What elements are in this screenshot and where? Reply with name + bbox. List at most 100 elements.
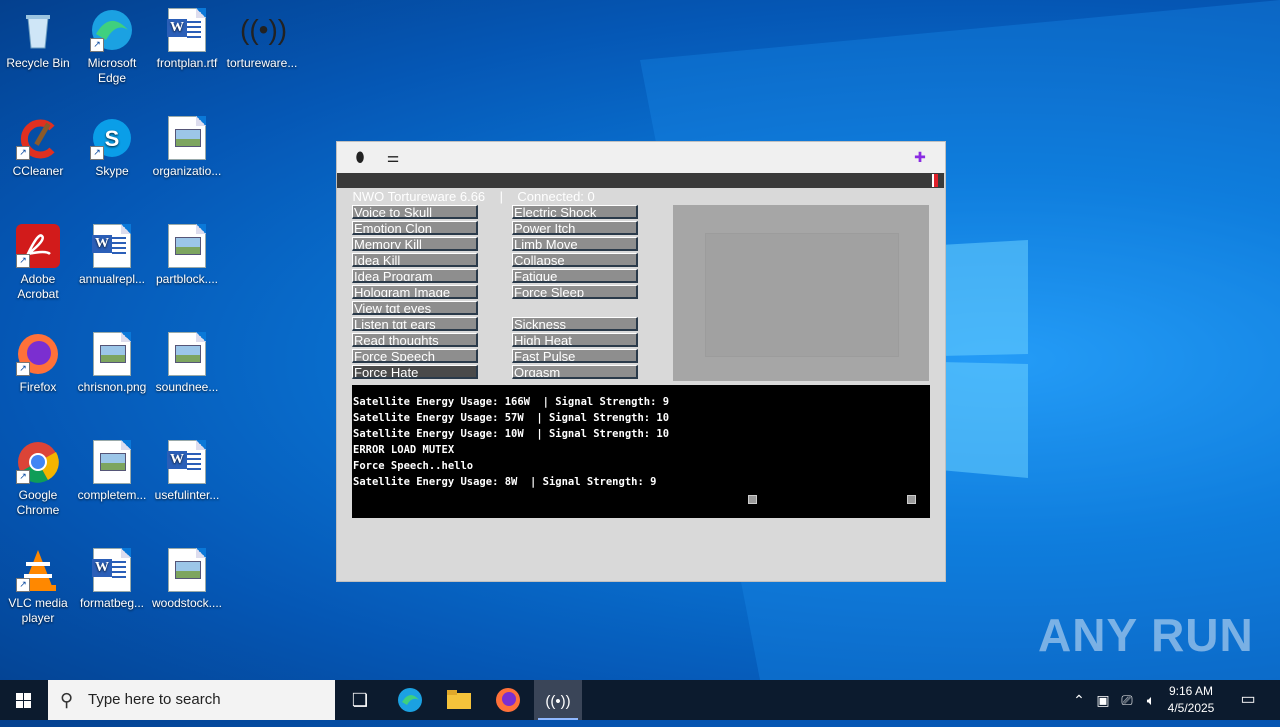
desktop-icon-label: Recycle Bin (6, 56, 70, 70)
image-file-icon (90, 332, 134, 376)
console-line: Satellite Energy Usage: 10W | Signal Str… (353, 428, 670, 440)
action-button[interactable]: Fatigue (512, 269, 638, 283)
desktop-icon-label: annualrepl... (78, 272, 146, 286)
action-button[interactable]: Emotion Clon (352, 221, 478, 235)
action-button[interactable]: Orgasm (512, 365, 638, 379)
desktop-icon[interactable]: partblock.... (149, 224, 225, 287)
action-button[interactable]: View tgt eyes (352, 301, 478, 315)
action-button[interactable]: Sickness (512, 317, 638, 331)
target-preview-panel (673, 205, 929, 381)
edge-taskbar-icon[interactable] (386, 680, 434, 720)
desktop-icon[interactable]: ↗ Firefox (0, 332, 76, 395)
action-button[interactable]: Read thoughts (352, 333, 478, 347)
disk-icon[interactable]: ⬮ (350, 148, 370, 166)
console-output: Satellite Energy Usage: 166W | Signal St… (352, 385, 930, 518)
skype-icon: S ↗ (90, 116, 134, 160)
word-doc-icon: W (165, 8, 209, 52)
tortureware-window: ⬮ ⚌ ✚ NWO Tortureware 6.66 | Connected: … (336, 141, 946, 582)
chevron-up-icon[interactable]: ⌃ (1068, 680, 1090, 720)
search-placeholder: Type here to search (88, 691, 221, 708)
desktop-icon[interactable]: soundnee... (149, 332, 225, 395)
recycle-bin-icon (16, 8, 60, 52)
clock-time: 9:16 AM (1168, 684, 1214, 698)
status-indicator (932, 174, 938, 187)
shortcut-arrow-icon: ↗ (16, 362, 30, 376)
start-button[interactable] (0, 680, 48, 720)
desktop-icon-label: tortureware... (226, 56, 298, 70)
shortcut-arrow-icon: ↗ (16, 578, 30, 592)
svg-text:S: S (105, 126, 120, 151)
shortcut-arrow-icon: ↗ (90, 146, 104, 160)
search-icon: ⚲ (60, 690, 74, 710)
desktop-icon[interactable]: Wusefulinter... (149, 440, 225, 503)
console-line: Satellite Energy Usage: 166W | Signal St… (353, 396, 670, 408)
action-button[interactable]: Collapse (512, 253, 638, 267)
meet-now-icon[interactable]: ▣ (1092, 680, 1114, 720)
desktop-icon[interactable]: ((•)) tortureware... (224, 8, 300, 71)
signal-icon: ((•)) (240, 14, 288, 45)
desktop-icon-label: Adobe Acrobat (17, 272, 59, 301)
action-button[interactable]: Power Itch (512, 221, 638, 235)
desktop-icon[interactable]: S ↗ Skype (74, 116, 150, 179)
chrome-icon: ↗ (16, 440, 60, 484)
puzzle-icon[interactable]: ✚ (910, 148, 930, 166)
notifications-icon[interactable]: ▭ (1236, 680, 1260, 720)
action-button[interactable]: Memory Kill (352, 237, 478, 251)
desktop-icon[interactable]: woodstock.... (149, 548, 225, 611)
desktop-icon-label: usefulinter... (154, 488, 220, 502)
image-file-icon (165, 224, 209, 268)
anyrun-watermark: ANY RUN (1038, 609, 1254, 661)
desktop-icon-label: partblock.... (155, 272, 219, 286)
volume-icon[interactable]: 🔈︎ (1140, 680, 1162, 720)
desktop-icon[interactable]: Wformatbeg... (74, 548, 150, 611)
desktop-icon[interactable]: ↗ Adobe Acrobat (0, 224, 76, 302)
action-button[interactable]: Electric Shock (512, 205, 638, 219)
ccleaner-icon: ↗ (16, 116, 60, 160)
console-marker-right (907, 495, 916, 504)
taskbar-search-box[interactable]: ⚲ Type here to search (48, 680, 335, 720)
action-button[interactable]: Force Sleep (512, 285, 638, 299)
image-file-icon (165, 548, 209, 592)
desktop-icon[interactable]: ↗ Microsoft Edge (74, 8, 150, 86)
app-title: NWO Tortureware 6.66 | Connected: 0 (352, 189, 595, 204)
file-explorer-icon[interactable] (435, 680, 483, 720)
sliders-icon[interactable]: ⚌ (383, 148, 403, 166)
action-button[interactable]: High Heat (512, 333, 638, 347)
action-button[interactable]: Hologram Image (352, 285, 478, 299)
desktop-icon-label: Skype (95, 164, 129, 178)
action-button[interactable]: Fast Pulse (512, 349, 638, 363)
firefox-taskbar-icon[interactable] (484, 680, 532, 720)
desktop-icon-label: Google Chrome (16, 488, 60, 517)
clock-date: 4/5/2025 (1167, 701, 1215, 715)
desktop-icon[interactable]: organizatio... (149, 116, 225, 179)
action-button[interactable]: Voice to Skull (352, 205, 478, 219)
action-button[interactable]: Force Hate (352, 365, 478, 379)
action-button[interactable]: Listen tgt ears (352, 317, 478, 331)
desktop-icon[interactable]: Recycle Bin (0, 8, 76, 71)
app-toolbar: ⬮ ⚌ ✚ (337, 142, 945, 174)
desktop-icon[interactable]: ↗ CCleaner (0, 116, 76, 179)
action-button[interactable]: Force Speech (352, 349, 478, 363)
desktop-icon-label: CCleaner (12, 164, 64, 178)
desktop-icon-label: woodstock.... (151, 596, 223, 610)
action-button[interactable]: Idea Kill (352, 253, 478, 267)
desktop-icon[interactable]: completem... (74, 440, 150, 503)
network-icon[interactable]: ⎚ (1116, 680, 1138, 720)
taskbar-clock[interactable]: 9:16 AM 4/5/2025 (1160, 683, 1222, 717)
tortureware-taskbar-icon[interactable]: ((•)) (534, 680, 582, 720)
desktop-icon[interactable]: ↗ VLC media player (0, 548, 76, 626)
action-button[interactable]: Idea Program (352, 269, 478, 283)
desktop-icon[interactable]: ↗ Google Chrome (0, 440, 76, 518)
desktop-icon[interactable]: chrisnon.png (74, 332, 150, 395)
image-file-icon (165, 116, 209, 160)
desktop-icon-label: VLC media player (8, 596, 68, 625)
desktop-icon[interactable]: Wfrontplan.rtf (149, 8, 225, 71)
console-line: Force Speech..hello (353, 460, 474, 472)
word-doc-icon: W (90, 224, 134, 268)
action-button[interactable]: Limb Move (512, 237, 638, 251)
shortcut-arrow-icon: ↗ (16, 146, 30, 160)
desktop-icon-label: organizatio... (152, 164, 222, 178)
task-view-icon[interactable]: ❏ (336, 680, 384, 720)
word-doc-icon: W (90, 548, 134, 592)
desktop-icon[interactable]: Wannualrepl... (74, 224, 150, 287)
